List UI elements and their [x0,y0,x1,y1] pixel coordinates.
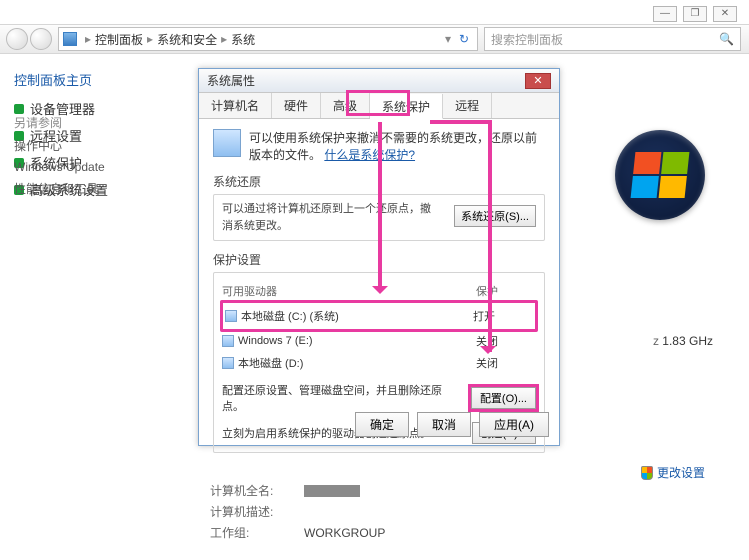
control-panel-icon [63,32,77,46]
breadcrumb[interactable]: ▸ 控制面板 ▸ 系统和安全 ▸ 系统 ▾ ↻ [58,27,478,51]
search-input[interactable]: 搜索控制面板 🔍 [484,27,741,51]
windows-logo [615,130,705,220]
see-also-title: 另请参阅 [14,114,105,131]
change-settings-label: 更改设置 [657,464,705,481]
sidebar-bottom: 另请参阅 操作中心 Windows Update 性能信息和工具 [14,108,105,203]
tab-remote[interactable]: 远程 [443,93,492,118]
cpu-frequency: z 1.83 GHz [653,334,713,348]
cancel-button[interactable]: 取消 [417,412,471,437]
drive-icon [222,357,234,369]
annotation-arrow [378,122,382,292]
restore-note: 可以通过将计算机还原到上一个还原点，撤消系统更改。 [222,201,432,234]
back-button[interactable] [6,28,28,50]
see-also-windows-update[interactable]: Windows Update [14,160,105,174]
ok-button[interactable]: 确定 [355,412,409,437]
masked-value [304,485,360,497]
min-button[interactable]: — [653,6,677,22]
annotation-arrow [430,120,492,352]
forward-button[interactable] [30,28,52,50]
value-workgroup: WORKGROUP [304,526,385,540]
refresh-icon[interactable]: ↻ [455,32,473,46]
protection-icon [213,129,241,157]
search-icon: 🔍 [719,32,734,46]
computer-info: 计算机全名: 计算机描述: 工作组: WORKGROUP [210,478,385,545]
configure-button[interactable]: 配置(O)... [471,387,536,409]
dialog-footer: 确定 取消 应用(A) [355,412,549,437]
see-also-action-center[interactable]: 操作中心 [14,137,105,154]
config-note: 配置还原设置、管理磁盘空间，并且删除还原点。 [222,382,463,414]
shield-icon [641,466,653,480]
tab-computer-name[interactable]: 计算机名 [199,93,272,118]
close-button[interactable]: ✕ [713,6,737,22]
tab-system-protection[interactable]: 系统保护 [370,94,443,119]
dialog-titlebar: 系统属性 ✕ [199,69,559,93]
see-also-perf[interactable]: 性能信息和工具 [14,180,105,197]
apply-button[interactable]: 应用(A) [479,412,549,437]
crumb-0[interactable]: 控制面板 [95,31,143,48]
drive-icon [225,310,237,322]
drive-icon [222,335,234,347]
breadcrumb-bar: ▸ 控制面板 ▸ 系统和安全 ▸ 系统 ▾ ↻ 搜索控制面板 🔍 [0,24,749,54]
lead-text: 可以使用系统保护来撤消不需要的系统更改，还原以前版本的文件。 什么是系统保护? [249,129,545,163]
label-description: 计算机描述: [210,503,290,520]
label-workgroup: 工作组: [210,524,290,541]
dialog-close-icon[interactable]: ✕ [525,73,551,89]
label-fullname: 计算机全名: [210,482,290,499]
search-placeholder: 搜索控制面板 [491,31,563,48]
sidebar-header[interactable]: 控制面板主页 [14,70,176,89]
max-button[interactable]: ❐ [683,6,707,22]
windows-flag-icon [631,152,690,198]
sidebar: 控制面板主页 设备管理器 远程设置 系统保护 高级系统设置 另请参阅 操作中心 … [0,60,190,217]
tab-advanced[interactable]: 高级 [321,93,370,118]
dialog-tabs: 计算机名 硬件 高级 系统保护 远程 [199,93,559,119]
dialog-title: 系统属性 [207,72,255,89]
tab-hardware[interactable]: 硬件 [272,93,321,118]
drive-label: 本地磁盘 (D:) [238,355,472,371]
crumb-1[interactable]: 系统和安全 [157,31,217,48]
crumb-2[interactable]: 系统 [231,31,255,48]
what-is-link[interactable]: 什么是系统保护? [324,148,415,162]
change-settings-link[interactable]: 更改设置 [641,464,705,481]
